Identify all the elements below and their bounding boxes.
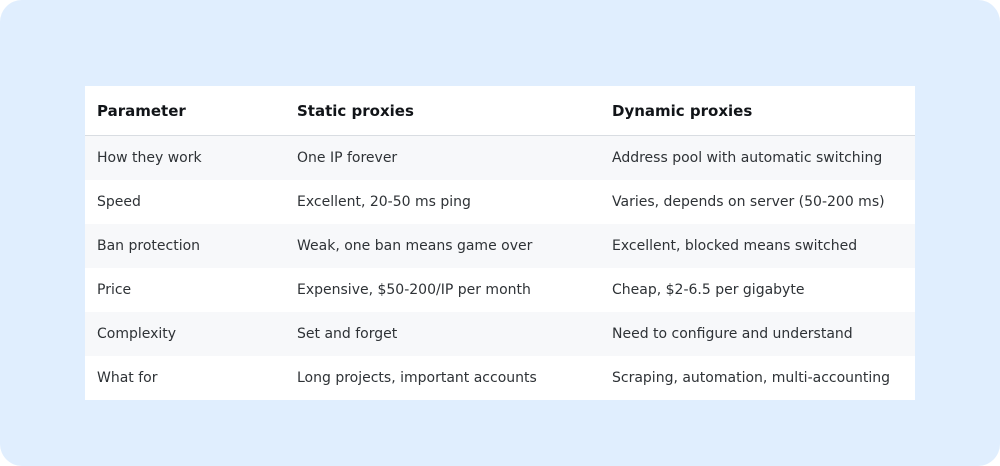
cell-static: Long projects, important accounts [285,356,600,400]
cell-parameter: What for [85,356,285,400]
table-header-row: Parameter Static proxies Dynamic proxies [85,86,915,136]
header-dynamic-proxies: Dynamic proxies [600,86,915,136]
cell-dynamic: Need to configure and understand [600,312,915,356]
cell-dynamic: Varies, depends on server (50-200 ms) [600,180,915,224]
cell-parameter: Speed [85,180,285,224]
table-row: Price Expensive, $50-200/IP per month Ch… [85,268,915,312]
cell-static: One IP forever [285,135,600,180]
table-row: What for Long projects, important accoun… [85,356,915,400]
table-row: Speed Excellent, 20-50 ms ping Varies, d… [85,180,915,224]
cell-static: Set and forget [285,312,600,356]
background-card: Parameter Static proxies Dynamic proxies… [0,0,1000,466]
table-row: Complexity Set and forget Need to config… [85,312,915,356]
cell-parameter: Ban protection [85,224,285,268]
cell-parameter: How they work [85,135,285,180]
cell-dynamic: Cheap, $2-6.5 per gigabyte [600,268,915,312]
comparison-table: Parameter Static proxies Dynamic proxies… [85,86,915,400]
table-row: Ban protection Weak, one ban means game … [85,224,915,268]
cell-dynamic: Excellent, blocked means switched [600,224,915,268]
cell-static: Expensive, $50-200/IP per month [285,268,600,312]
cell-parameter: Price [85,268,285,312]
header-static-proxies: Static proxies [285,86,600,136]
header-parameter: Parameter [85,86,285,136]
cell-static: Weak, one ban means game over [285,224,600,268]
cell-dynamic: Address pool with automatic switching [600,135,915,180]
table-row: How they work One IP forever Address poo… [85,135,915,180]
cell-static: Excellent, 20-50 ms ping [285,180,600,224]
cell-dynamic: Scraping, automation, multi-accounting [600,356,915,400]
cell-parameter: Complexity [85,312,285,356]
